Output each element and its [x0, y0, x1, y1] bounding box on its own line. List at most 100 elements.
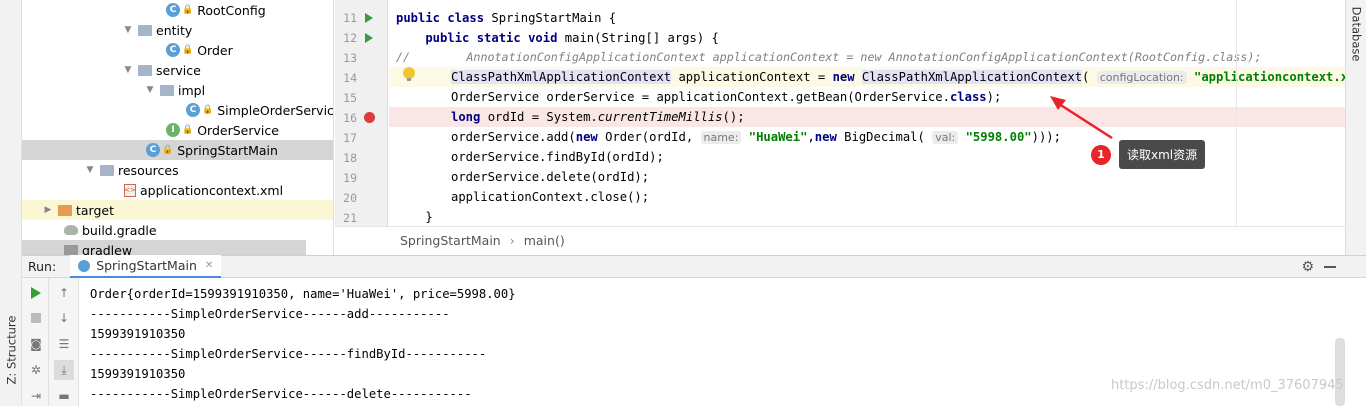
chevron-down-icon[interactable]: ▼ — [144, 85, 156, 95]
tree-item-label: target — [76, 202, 115, 218]
database-tab-label: Database — [1349, 6, 1364, 62]
string-literal: "applicationcontext.xml" — [1193, 70, 1349, 84]
tree-item-label: impl — [178, 82, 206, 98]
tree-item-rootconfig[interactable]: C 🔒 RootConfig — [22, 0, 333, 20]
chevron-down-icon[interactable]: ▼ — [84, 165, 96, 175]
interface-icon: I — [166, 123, 180, 137]
code-line-20: applicationContext.close(); — [451, 190, 650, 204]
soft-wrap-button[interactable]: ☰ — [54, 334, 74, 354]
tree-item-label: applicationcontext.xml — [140, 182, 284, 198]
breadcrumb-item-class[interactable]: SpringStartMain — [400, 233, 501, 248]
tree-item-springstartmain[interactable]: C 🔒 SpringStartMain — [22, 140, 333, 160]
code-line-16: long ordId = System.currentTimeMillis(); — [389, 107, 1349, 127]
run-label: Run: — [28, 259, 57, 274]
tree-item-target[interactable]: ▶ target — [22, 200, 333, 220]
class-icon: C — [166, 3, 180, 17]
run-tab-label: SpringStartMain — [96, 258, 197, 273]
console-line: -----------SimpleOrderService------findB… — [90, 347, 487, 361]
runnable-class-icon: C — [146, 143, 160, 157]
debug-button[interactable]: ✲ — [26, 360, 46, 380]
breadcrumb-item-method[interactable]: main() — [524, 233, 565, 248]
class-icon — [78, 259, 91, 272]
rerun-button[interactable] — [26, 283, 46, 303]
tree-item-orderservice[interactable]: I 🔒 OrderService — [22, 120, 333, 140]
line-number: 20 — [343, 191, 357, 205]
run-tab-springstartmain[interactable]: SpringStartMain ✕ — [70, 255, 222, 278]
breakpoint-icon[interactable] — [364, 112, 375, 123]
wrap-icon: ☰ — [58, 337, 70, 351]
tree-item-resources[interactable]: ▼ resources — [22, 160, 333, 180]
tree-item-simpleorderservice[interactable]: C 🔒 SimpleOrderService — [22, 100, 334, 120]
code-text: ( — [1082, 70, 1090, 84]
code-line-11: public class SpringStartMain { — [389, 8, 1349, 28]
keyword: new — [832, 70, 855, 84]
code-line-12: public static void main(String[] args) { — [389, 28, 1349, 48]
tree-item-entity[interactable]: ▼ entity — [22, 20, 333, 40]
tree-item-order[interactable]: C 🔒 Order — [22, 40, 333, 60]
down-button[interactable]: ↓ — [54, 308, 74, 328]
gear-icon[interactable]: ⚙ — [1301, 259, 1314, 275]
keyword: public static void — [396, 31, 558, 45]
console-scrollbar[interactable] — [1335, 338, 1345, 406]
code-line-13: // AnnotationConfigApplicationContext ap… — [396, 50, 1262, 64]
code-text: BigDecimal( — [836, 130, 925, 144]
close-icon[interactable]: ✕ — [205, 260, 213, 271]
print-button[interactable]: ▬ — [54, 386, 74, 406]
code-line-21: } — [396, 210, 433, 224]
arrow-down-icon: ↓ — [58, 311, 70, 325]
tree-item-label: gradlew — [82, 242, 133, 257]
callout-arrow — [1050, 96, 1113, 140]
tree-item-impl[interactable]: ▼ impl — [22, 80, 333, 100]
up-button[interactable]: ↑ — [54, 283, 74, 303]
exit-icon: ⇥ — [30, 389, 42, 403]
keyword: new — [575, 130, 598, 144]
parameter-hint: name: — [700, 131, 742, 144]
structure-tab[interactable]: Z: Structure — [2, 300, 20, 400]
folder-icon — [58, 204, 72, 216]
run-toolbar-primary: ◙ ✲ ⇥ — [22, 278, 49, 406]
camera-icon: ◙ — [30, 337, 42, 351]
stop-icon — [31, 313, 41, 323]
keyword: class — [949, 90, 987, 104]
scroll-to-end-button[interactable]: ⤓ — [54, 360, 74, 380]
code-text: OrderService orderService = applicationC… — [451, 90, 950, 104]
folder-icon — [160, 84, 174, 96]
tree-item-label: resources — [118, 162, 179, 178]
run-class-icon[interactable] — [365, 13, 373, 23]
intention-bulb-icon[interactable] — [403, 67, 415, 81]
callout-number-badge: 1 — [1091, 144, 1111, 165]
console-line: 1599391910350 — [90, 367, 186, 381]
arrow-up-icon: ↑ — [58, 286, 70, 300]
folder-icon — [138, 24, 152, 36]
code-line-15: OrderService orderService = applicationC… — [389, 87, 1349, 107]
chevron-right-icon[interactable]: ▶ — [42, 205, 54, 215]
chevron-right-icon: › — [509, 233, 515, 248]
tree-item-label: SimpleOrderService — [217, 102, 334, 118]
right-tool-strip: Database — [1345, 0, 1366, 256]
minimize-icon[interactable] — [1324, 266, 1336, 268]
line-number: 16 — [343, 111, 357, 125]
line-number: 15 — [343, 91, 357, 105]
chevron-down-icon[interactable]: ▼ — [122, 65, 134, 75]
database-tab[interactable]: Database — [1347, 4, 1366, 64]
left-tool-strip: Z: Structure — [0, 0, 22, 406]
code-text: applicationContext = — [671, 70, 833, 84]
tree-item-build-gradle[interactable]: build.gradle — [22, 220, 333, 240]
lock-icon: 🔒 — [162, 145, 174, 155]
run-method-icon[interactable] — [365, 33, 373, 43]
print-icon: ▬ — [58, 389, 70, 403]
tree-item-gradlew[interactable]: gradlew — [22, 240, 306, 256]
exit-button[interactable]: ⇥ — [26, 386, 46, 406]
tree-item-label: RootConfig — [197, 2, 266, 18]
camera-button[interactable]: ◙ — [26, 334, 46, 354]
stop-button[interactable] — [26, 308, 46, 328]
tree-item-applicationcontext-xml[interactable]: <> applicationcontext.xml — [22, 180, 333, 200]
run-toolbar-secondary: ↑ ↓ ☰ ⤓ ▬ — [49, 278, 79, 406]
tree-item-label: Order — [197, 42, 233, 58]
chevron-down-icon[interactable]: ▼ — [122, 25, 134, 35]
line-number: 14 — [343, 71, 357, 85]
resources-folder-icon — [100, 164, 114, 176]
code-editor[interactable]: public class SpringStartMain { public st… — [389, 0, 1349, 226]
tree-item-service[interactable]: ▼ service — [22, 60, 333, 80]
